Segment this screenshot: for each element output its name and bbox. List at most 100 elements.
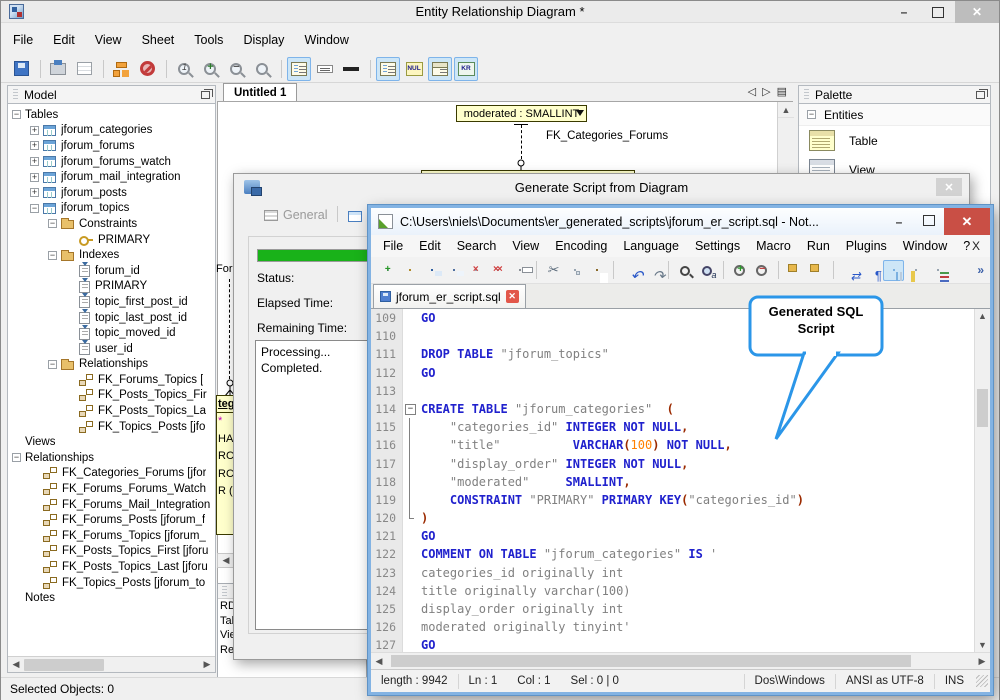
tree-item-forum-id[interactable]: forum_id [8,263,215,279]
tree-item-jforum-posts[interactable]: jforum_posts [8,185,215,201]
tree-item-jforum-forums-watch[interactable]: jforum_forums_watch [8,154,215,170]
editor-area[interactable]: 109GO110111DROP TABLE "jforum_topics"112… [371,309,990,652]
menu-file[interactable]: File [375,237,411,255]
menu-encoding[interactable]: Encoding [547,237,615,255]
tree-item-jforum-mail-integration[interactable]: jforum_mail_integration [8,169,215,185]
menu-view[interactable]: View [504,237,547,255]
eol-format-status[interactable]: Dos\Windows [744,674,835,689]
tree-item-primary[interactable]: PRIMARY [8,279,215,295]
tree-item-constraints[interactable]: Constraints [8,216,215,232]
expander-icon[interactable] [12,110,21,119]
menu-plugins[interactable]: Plugins [838,237,895,255]
scroll-left-icon[interactable]: ◀ [371,653,387,669]
tree-item-fk-posts-topics-la[interactable]: FK_Posts_Topics_La [8,403,215,419]
expander-icon[interactable] [48,360,57,369]
zoom-in-button[interactable] [729,260,750,281]
tab-next-icon[interactable]: ▷ [762,85,770,98]
copy-button[interactable] [564,260,585,281]
view-header-button[interactable] [428,57,452,81]
expander-icon[interactable] [30,173,39,182]
auto-layout-button[interactable] [109,57,133,81]
tree-item-indexes[interactable]: Indexes [8,247,215,263]
menu-language[interactable]: Language [615,237,687,255]
indent-guides-button[interactable] [883,260,904,281]
tree-item-primary[interactable]: PRIMARY [8,232,215,248]
collapse-icon[interactable] [807,110,816,119]
scroll-up-icon[interactable]: ▲ [975,311,990,321]
tree-item-fk-categories-forums-jfor[interactable]: FK_Categories_Forums [jfor [8,466,215,482]
tree-item-relationships[interactable]: Relationships [8,357,215,373]
maximize-button[interactable] [914,215,944,229]
menu-macro[interactable]: Macro [748,237,799,255]
tree-item-fk-topics-posts-jforum-to[interactable]: FK_Topics_Posts [jforum_to [8,575,215,591]
tree-item-topic-last-post-id[interactable]: topic_last_post_id [8,310,215,326]
maximize-button[interactable] [921,1,955,23]
relationship-label[interactable]: FK_Categories_Forums [546,130,668,142]
menu-file[interactable]: File [3,29,43,51]
menu-view[interactable]: View [85,29,132,51]
resize-grip-icon[interactable] [976,675,988,687]
fold-marker-icon[interactable] [403,400,417,418]
menu-tools[interactable]: Tools [184,29,233,51]
tree-item-topic-moved-id[interactable]: topic_moved_id [8,325,215,341]
tree-item-notes[interactable]: Notes [8,590,215,606]
editor-hscrollbar[interactable]: ◀ ▶ [371,652,990,669]
tree-item-fk-posts-topics-fir[interactable]: FK_Posts_Topics_Fir [8,388,215,404]
scroll-up-icon[interactable]: ▲ [778,102,794,118]
entity-row-moderated[interactable]: moderated : SMALLINT [456,105,587,122]
menu-window[interactable]: Window [294,29,358,51]
find-button[interactable] [674,260,695,281]
undo-button[interactable] [619,260,640,281]
word-wrap-button[interactable] [839,260,860,281]
toolbar-overflow-icon[interactable]: » [977,263,984,277]
cut-button[interactable] [542,260,563,281]
tree-item-jforum-topics[interactable]: jforum_topics [8,201,215,217]
diagram-tab[interactable]: Untitled 1 [223,83,297,101]
save-button[interactable] [421,260,442,281]
palette-item-table[interactable]: Table [799,126,990,155]
tab-general[interactable]: General [264,208,327,228]
open-file-button[interactable] [399,260,420,281]
save-all-button[interactable] [443,260,464,281]
close-file-button[interactable] [465,260,486,281]
replace-button[interactable] [696,260,717,281]
tree-item-user-id[interactable]: user_id [8,341,215,357]
tree-item-topic-first-post-id[interactable]: topic_first_post_id [8,294,215,310]
close-button[interactable] [944,208,990,235]
tree-item-tables[interactable]: Tables [8,107,215,123]
tree-item-fk-forums-topics-jforum-[interactable]: FK_Forums_Topics [jforum_ [8,528,215,544]
menu-sheet[interactable]: Sheet [132,29,185,51]
view-minimal-button[interactable] [339,57,363,81]
view-compact-button[interactable] [313,57,337,81]
show-symbols-button[interactable] [861,260,882,281]
model-tree-hscrollbar[interactable]: ◀ ▶ [8,656,215,672]
expander-icon[interactable] [30,157,39,166]
tree-item-jforum-forums[interactable]: jforum_forums [8,138,215,154]
code-lines[interactable]: 109GO110111DROP TABLE "jforum_topics"112… [371,309,974,652]
tree-item-fk-forums-posts-jforum-f[interactable]: FK_Forums_Posts [jforum_f [8,512,215,528]
close-button[interactable] [955,1,999,23]
close-all-button[interactable] [487,260,508,281]
tree-item-views[interactable]: Views [8,434,215,450]
tree-item-fk-posts-topics-first-jforu[interactable]: FK_Posts_Topics_First [jforu [8,544,215,560]
scroll-left-icon[interactable]: ◀ [8,657,24,673]
scroll-left-icon[interactable]: ◀ [218,554,234,567]
disable-button[interactable] [135,57,159,81]
tree-item-jforum-categories[interactable]: jforum_categories [8,123,215,139]
zoom-in-button[interactable] [198,57,222,81]
expander-icon[interactable] [48,219,57,228]
scroll-down-icon[interactable]: ▼ [975,640,990,650]
show-keys-button[interactable]: KR [454,57,478,81]
tree-item-fk-posts-topics-last-jforu[interactable]: FK_Posts_Topics_Last [jforu [8,559,215,575]
tree-item-fk-forums-forums-watch[interactable]: FK_Forums_Forums_Watch [8,481,215,497]
zoom-fit-button[interactable] [250,57,274,81]
restore-panel-icon[interactable] [976,91,985,99]
insert-mode-status[interactable]: INS [934,674,974,689]
palette-section-entities[interactable]: Entities [799,104,990,126]
expander-icon[interactable] [48,251,57,260]
menu-run[interactable]: Run [799,237,838,255]
tree-item-relationships[interactable]: Relationships [8,450,215,466]
tab-list-icon[interactable]: ▤ [777,85,787,98]
scroll-thumb[interactable] [24,659,104,671]
print-button[interactable] [46,57,70,81]
